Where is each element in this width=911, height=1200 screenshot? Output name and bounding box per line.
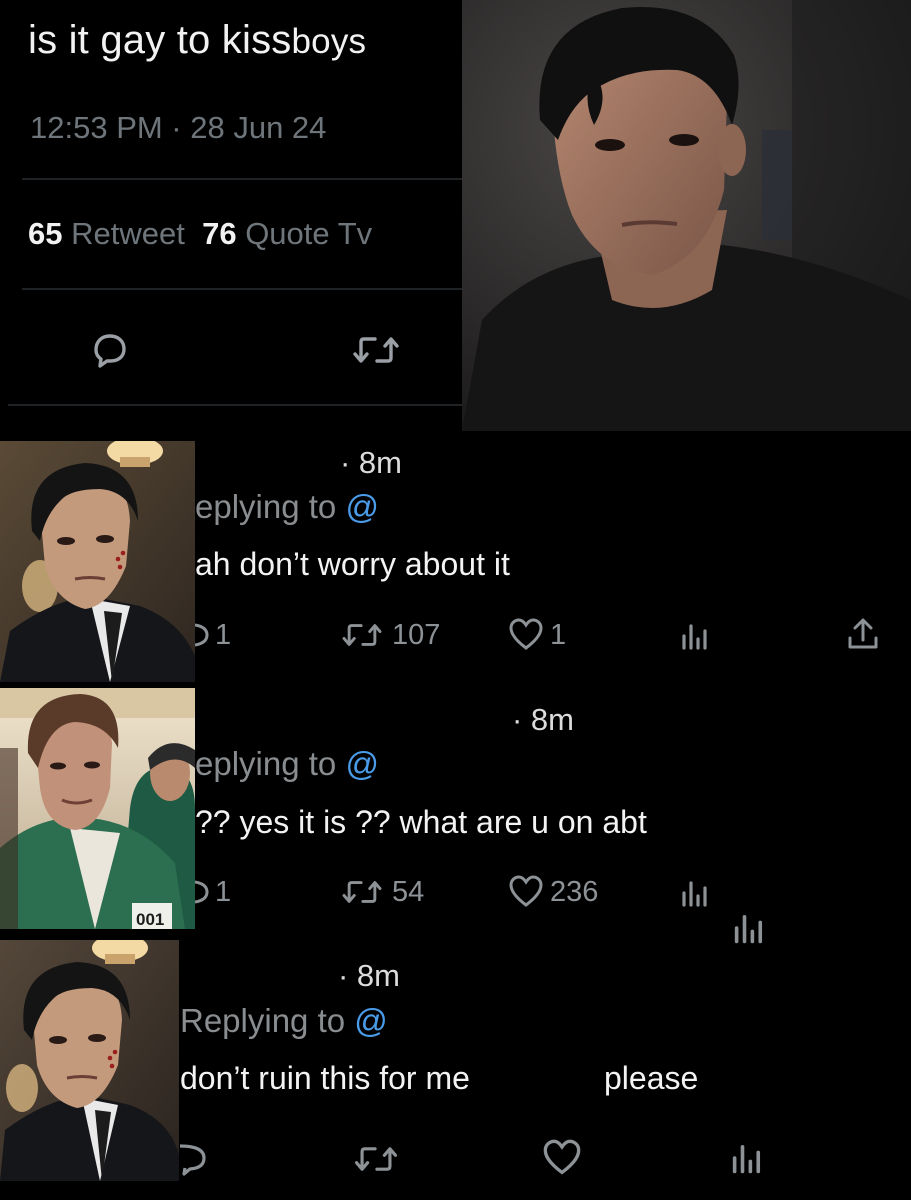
replying-to: eplying to @ <box>195 745 379 783</box>
heart-icon <box>509 875 543 907</box>
heart-icon <box>509 618 543 650</box>
reply-button[interactable] <box>88 330 132 370</box>
views-button[interactable] <box>732 910 766 951</box>
tweet-stats: 65 Retweet 76 Quote Tv <box>28 216 372 252</box>
views-button[interactable] <box>680 877 710 914</box>
replying-to-handle[interactable]: @ <box>345 488 379 525</box>
retweet-icon <box>342 881 382 903</box>
divider <box>8 404 462 406</box>
player-number-badge: 001 <box>136 910 164 929</box>
like-button[interactable]: 1 <box>508 617 566 653</box>
replying-to-handle[interactable]: @ <box>354 1002 388 1039</box>
speech-bubble-icon <box>195 880 209 904</box>
photo-man-dark-shirt <box>462 0 911 431</box>
share-icon <box>848 618 878 649</box>
reply-button[interactable] <box>179 1138 210 1183</box>
bar-chart-icon <box>682 881 707 907</box>
speech-bubble-icon <box>179 1144 206 1176</box>
heart-icon <box>543 1139 581 1175</box>
views-button[interactable] <box>730 1140 764 1181</box>
speech-bubble-icon <box>195 623 209 647</box>
like-button[interactable] <box>542 1138 582 1183</box>
reply-button[interactable]: 1 <box>195 617 231 653</box>
replying-to: Replying to @ <box>180 1002 388 1040</box>
retweet-icon <box>342 624 382 646</box>
retweet-count: 54 <box>392 875 425 908</box>
retweet-count: 65 <box>28 216 63 251</box>
photo-man-in-tracksuit: 001 <box>0 688 195 929</box>
photo-man-in-suit-2 <box>0 940 179 1181</box>
replying-to-handle[interactable]: @ <box>345 745 379 782</box>
bar-chart-icon <box>732 1144 761 1174</box>
reply-text: don’t ruin this for me <box>180 1060 470 1096</box>
reply-timestamp: · 8m <box>340 445 402 480</box>
reply-button[interactable]: 1 <box>195 874 231 910</box>
bar-chart-icon <box>734 914 763 944</box>
speech-bubble-icon <box>94 334 126 368</box>
replying-to-label: eplying to <box>195 745 337 782</box>
views-button[interactable] <box>680 620 710 657</box>
quote-count: 76 <box>202 216 237 251</box>
replying-to-label: eplying to <box>195 488 337 525</box>
retweet-icon <box>353 337 399 363</box>
retweet-button[interactable]: 54 <box>338 874 424 910</box>
like-count: 1 <box>550 618 567 651</box>
retweet-label[interactable]: Retweet <box>71 216 185 251</box>
reply-text: ah don’t worry about it <box>195 546 510 582</box>
retweet-button[interactable]: 107 <box>338 617 440 653</box>
replying-to: eplying to @ <box>195 488 379 526</box>
share-button[interactable] <box>846 616 880 657</box>
bar-chart-icon <box>682 624 707 650</box>
reply-text-extra: please <box>604 1060 699 1096</box>
reply-count: 1 <box>215 875 232 908</box>
photo-man-in-suit <box>0 441 195 682</box>
retweet-count: 107 <box>392 618 441 651</box>
reply-text: ?? yes it is ?? what are u on abt <box>195 804 647 840</box>
replying-to-label: Replying to <box>180 1002 346 1039</box>
reply-count: 1 <box>215 618 232 651</box>
reply-timestamp: · 8m <box>338 958 400 993</box>
tweet-text-part1: is it gay to kiss <box>28 18 292 62</box>
quote-label[interactable]: Quote Tv <box>245 216 372 251</box>
retweet-button[interactable] <box>350 1140 402 1183</box>
divider <box>22 178 462 180</box>
retweet-button[interactable] <box>348 330 404 370</box>
like-count: 236 <box>550 875 599 908</box>
divider <box>22 288 462 290</box>
tweet-text-part2: boys <box>291 22 367 61</box>
tweet-timestamp: 12:53 PM · 28 Jun 24 <box>30 110 327 145</box>
retweet-icon <box>354 1147 398 1171</box>
like-button[interactable]: 236 <box>508 874 598 910</box>
reply-timestamp: · 8m <box>512 702 574 737</box>
tweet-text: is it gay to kissboys <box>28 18 366 63</box>
